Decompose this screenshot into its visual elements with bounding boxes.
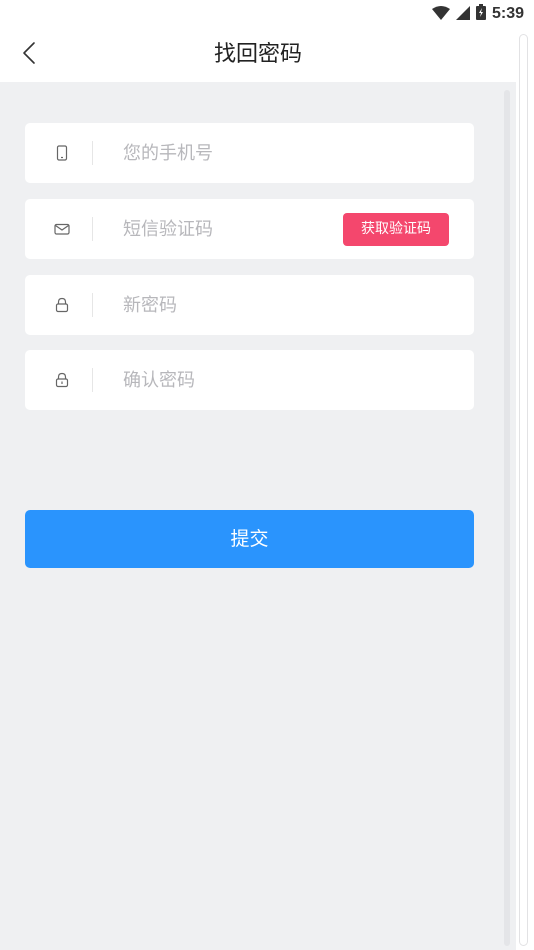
header-bar: 找回密码 [0,28,516,82]
lock-icon [52,295,72,315]
new-password-input[interactable] [123,287,343,323]
status-bar: 5:39 [0,0,534,28]
status-time: 5:39 [491,5,524,22]
new-password-field [25,275,474,335]
sms-code-input[interactable] [123,211,343,247]
confirm-password-input[interactable] [123,362,343,398]
field-divider [92,368,93,392]
scrollbar-track[interactable] [519,34,528,946]
scrollbar-thumb[interactable] [504,90,510,946]
mail-icon [52,219,72,239]
confirm-password-field [25,350,474,410]
field-divider [92,293,93,317]
phone-input[interactable] [123,135,343,171]
chevron-left-icon [22,41,36,69]
field-divider [92,217,93,241]
signal-icon [455,5,470,24]
phone-field [25,123,474,183]
get-code-button[interactable]: 获取验证码 [343,213,449,246]
lock-icon [52,370,72,390]
page-title: 找回密码 [213,42,302,67]
field-divider [92,141,93,165]
wifi-icon [431,5,450,24]
battery-icon [475,4,486,24]
submit-button[interactable]: 提交 [25,510,474,568]
status-icons: 5:39 [431,4,524,24]
phone-icon [52,143,72,163]
sms-code-field: 获取验证码 [25,199,474,259]
back-button[interactable] [12,38,46,72]
